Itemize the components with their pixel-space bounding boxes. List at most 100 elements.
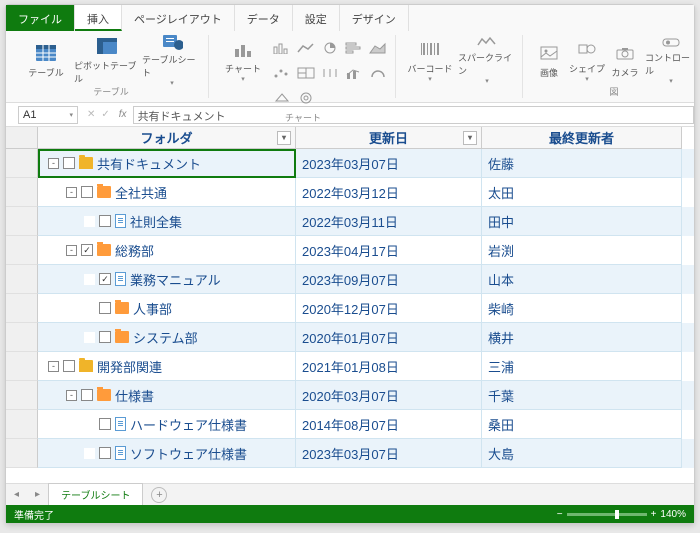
tab-insert[interactable]: 挿入 <box>75 5 122 31</box>
zoom-in-icon[interactable]: + <box>651 509 657 520</box>
table-row[interactable]: 社則全集2022年03月11日田中 <box>6 207 694 236</box>
cell-folder[interactable]: -全社共通 <box>38 178 296 207</box>
formula-input[interactable]: 共有ドキュメント <box>133 106 694 124</box>
table-row[interactable]: -仕様書2020年03月07日千葉 <box>6 381 694 410</box>
sheet-add[interactable]: + <box>151 487 167 503</box>
cell-folder[interactable]: ソフトウェア仕様書 <box>38 439 296 468</box>
row-header[interactable] <box>6 294 38 323</box>
table-row[interactable]: -全社共通2022年03月12日太田 <box>6 178 694 207</box>
cancel-icon[interactable]: ✕ <box>84 109 98 120</box>
row-header[interactable] <box>6 149 38 178</box>
btn-camera[interactable]: カメラ <box>607 35 643 85</box>
table-row[interactable]: -開発部関連2021年01月08日三浦 <box>6 352 694 381</box>
cell-folder[interactable]: 社則全集 <box>38 207 296 236</box>
select-all-corner[interactable] <box>6 127 38 149</box>
cell-date[interactable]: 2023年03月07日 <box>296 439 482 468</box>
cell-date[interactable]: 2023年03月07日 <box>296 149 482 178</box>
chart-column-icon[interactable] <box>271 37 293 59</box>
checkbox[interactable] <box>63 360 75 372</box>
cell-date[interactable]: 2023年09月07日 <box>296 265 482 294</box>
fx-icon[interactable]: fx <box>113 109 133 120</box>
cell-date[interactable]: 2020年01月07日 <box>296 323 482 352</box>
table-row[interactable]: ソフトウェア仕様書2023年03月07日大島 <box>6 439 694 468</box>
btn-chart[interactable]: チャート▾ <box>217 35 269 85</box>
chart-line-icon[interactable] <box>295 37 317 59</box>
table-row[interactable]: ハードウェア仕様書2014年08月07日桑田 <box>6 410 694 439</box>
chart-scatter-icon[interactable] <box>271 62 293 84</box>
cell-user[interactable]: 三浦 <box>482 352 682 381</box>
sheet-nav-next[interactable]: ▸ <box>27 489 48 500</box>
cell-user[interactable]: 柴崎 <box>482 294 682 323</box>
cell-date[interactable]: 2014年08月07日 <box>296 410 482 439</box>
tab-file[interactable]: ファイル <box>6 5 75 31</box>
sheet-area[interactable]: フォルダ▾ 更新日▾ 最終更新者 -共有ドキュメント2023年03月07日佐藤-… <box>6 127 694 483</box>
chart-combo-icon[interactable] <box>343 62 365 84</box>
col-header-user[interactable]: 最終更新者 <box>482 127 682 149</box>
btn-control[interactable]: コントロール▾ <box>645 35 697 85</box>
name-box[interactable]: A1▾ <box>18 106 78 124</box>
tab-data[interactable]: データ <box>235 5 293 31</box>
btn-shape[interactable]: シェイプ▾ <box>569 35 605 85</box>
zoom-value[interactable]: 140% <box>660 509 686 520</box>
checkbox[interactable] <box>99 215 111 227</box>
chart-gauge-icon[interactable] <box>367 62 389 84</box>
row-header[interactable] <box>6 381 38 410</box>
row-header[interactable] <box>6 265 38 294</box>
checkbox[interactable] <box>81 186 93 198</box>
btn-barcode[interactable]: バーコード▾ <box>404 35 456 85</box>
col-header-folder[interactable]: フォルダ▾ <box>38 127 296 149</box>
checkbox[interactable]: ✓ <box>99 273 111 285</box>
chart-area-icon[interactable] <box>367 37 389 59</box>
cell-user[interactable]: 太田 <box>482 178 682 207</box>
expander[interactable]: - <box>48 158 59 169</box>
cell-user[interactable]: 田中 <box>482 207 682 236</box>
cell-date[interactable]: 2023年04月17日 <box>296 236 482 265</box>
confirm-icon[interactable]: ✓ <box>98 109 112 120</box>
checkbox[interactable] <box>99 302 111 314</box>
row-header[interactable] <box>6 178 38 207</box>
checkbox[interactable] <box>99 447 111 459</box>
zoom-slider[interactable] <box>567 513 647 516</box>
cell-user[interactable]: 山本 <box>482 265 682 294</box>
row-header[interactable] <box>6 352 38 381</box>
cell-user[interactable]: 岩渕 <box>482 236 682 265</box>
cell-folder[interactable]: -共有ドキュメント <box>38 149 296 178</box>
cell-user[interactable]: 大島 <box>482 439 682 468</box>
checkbox[interactable] <box>63 157 75 169</box>
row-header[interactable] <box>6 410 38 439</box>
col-header-date[interactable]: 更新日▾ <box>296 127 482 149</box>
table-row[interactable]: -共有ドキュメント2023年03月07日佐藤 <box>6 149 694 178</box>
tab-settings[interactable]: 設定 <box>293 5 340 31</box>
btn-image[interactable]: 画像 <box>531 35 567 85</box>
tab-pagelayout[interactable]: ページレイアウト <box>122 5 235 31</box>
cell-folder[interactable]: システム部 <box>38 323 296 352</box>
cell-folder[interactable]: -開発部関連 <box>38 352 296 381</box>
checkbox[interactable] <box>81 389 93 401</box>
chart-pie-icon[interactable] <box>319 37 341 59</box>
checkbox[interactable] <box>99 331 111 343</box>
cell-folder[interactable]: 人事部 <box>38 294 296 323</box>
sheet-tab-active[interactable]: テーブルシート <box>48 483 143 507</box>
zoom-out-icon[interactable]: − <box>557 509 563 520</box>
cell-date[interactable]: 2022年03月11日 <box>296 207 482 236</box>
expander[interactable]: - <box>66 187 77 198</box>
cell-user[interactable]: 横井 <box>482 323 682 352</box>
tab-design[interactable]: デザイン <box>340 5 409 31</box>
row-header[interactable] <box>6 207 38 236</box>
cell-folder[interactable]: -仕様書 <box>38 381 296 410</box>
checkbox[interactable]: ✓ <box>81 244 93 256</box>
btn-pivot[interactable]: ピボットテーブル <box>74 35 140 85</box>
row-header[interactable] <box>6 323 38 352</box>
btn-table[interactable]: テーブル <box>20 35 72 85</box>
chart-bar-icon[interactable] <box>343 37 365 59</box>
filter-btn-date[interactable]: ▾ <box>463 131 477 145</box>
btn-tablesheet[interactable]: テーブルシート▾ <box>142 35 202 85</box>
expander[interactable]: - <box>48 361 59 372</box>
filter-btn-folder[interactable]: ▾ <box>277 131 291 145</box>
cell-user[interactable]: 佐藤 <box>482 149 682 178</box>
cell-date[interactable]: 2020年03月07日 <box>296 381 482 410</box>
cell-folder[interactable]: -✓総務部 <box>38 236 296 265</box>
row-header[interactable] <box>6 439 38 468</box>
cell-user[interactable]: 桑田 <box>482 410 682 439</box>
checkbox[interactable] <box>99 418 111 430</box>
